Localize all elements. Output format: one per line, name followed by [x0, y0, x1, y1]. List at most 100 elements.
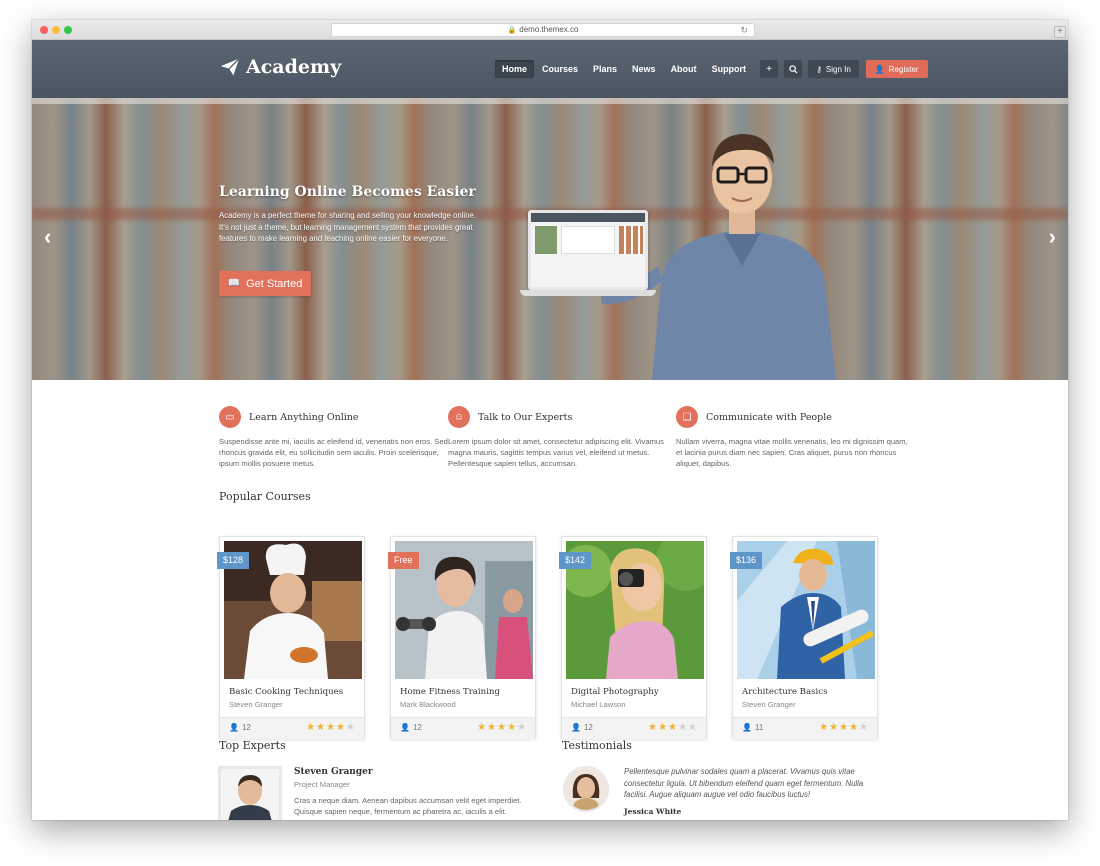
- rating-stars: ★★★★★: [819, 722, 869, 733]
- course-card[interactable]: Free Home Fitness Training Mark Blackwoo…: [388, 536, 536, 739]
- price-badge: Free: [388, 552, 419, 569]
- star-icon: ★: [517, 722, 527, 733]
- star-icon: ★: [668, 722, 679, 733]
- expert-bio: Cras a neque diam. Aenean dapibus accums…: [294, 796, 522, 816]
- paper-plane-icon: [220, 58, 240, 76]
- course-author[interactable]: Michael Lawson: [571, 700, 625, 709]
- course-card[interactable]: $136 Architecture Basics Steven Granger …: [730, 536, 878, 739]
- course-card[interactable]: $142 Digital Photography Michael Lawson …: [559, 536, 707, 739]
- sign-in-button[interactable]: ⚷ Sign In: [808, 60, 859, 78]
- feature-text: Suspendisse ante mi, iaculis ac eleifend…: [219, 437, 448, 468]
- get-started-button[interactable]: 📖 Get Started: [219, 271, 311, 296]
- plus-icon[interactable]: +: [760, 60, 779, 78]
- user-icon: 👤: [874, 64, 885, 74]
- logo-text: Academy: [246, 56, 342, 78]
- nav-support[interactable]: Support: [705, 60, 754, 78]
- course-title[interactable]: Digital Photography: [571, 687, 659, 697]
- rating-stars: ★★★★★: [477, 722, 527, 733]
- testimonial-quote: Pellentesque pulvinar sodales quam a pla…: [624, 767, 864, 799]
- price-badge: $142: [559, 552, 592, 569]
- browser-toolbar: 🔒 demo.themex.co ↻ +: [32, 20, 1068, 40]
- rating-stars: ★★★★★: [306, 722, 356, 733]
- site-header: Academy Home Courses Plans News About Su…: [32, 40, 1068, 98]
- star-icon: ★: [648, 722, 659, 733]
- lock-icon: 🔒: [507, 27, 517, 34]
- url-text: demo.themex.co: [519, 25, 579, 34]
- star-icon: ★: [819, 722, 830, 733]
- star-icon: ★: [829, 722, 840, 733]
- testimonial-author: Jessica White: [624, 807, 682, 816]
- course-author[interactable]: Steven Granger: [229, 700, 283, 709]
- feature-title: Communicate with People: [706, 412, 832, 423]
- user-icon: 👤: [742, 723, 752, 732]
- star-icon: ★: [678, 722, 689, 733]
- course-author[interactable]: Mark Blackwood: [400, 700, 456, 709]
- star-icon: ★: [658, 722, 669, 733]
- sign-in-label: Sign In: [825, 64, 851, 74]
- user-icon: 👤: [571, 723, 581, 732]
- nav-plans[interactable]: Plans: [586, 60, 624, 78]
- chevron-right-icon[interactable]: ›: [1049, 226, 1056, 248]
- star-icon: ★: [326, 722, 337, 733]
- nav-courses[interactable]: Courses: [535, 60, 585, 78]
- price-badge: $128: [217, 552, 250, 569]
- star-icon: ★: [346, 722, 356, 733]
- feature-text: Nullam viverra, magna vitae mollis venen…: [676, 437, 908, 468]
- laptop-image: [520, 210, 656, 300]
- feature-text: Lorem ipsum dolor sit amet, consectetur …: [448, 437, 664, 468]
- star-icon: ★: [316, 722, 327, 733]
- logo[interactable]: Academy: [220, 56, 341, 78]
- rating-stars: ★★★★★: [648, 722, 698, 733]
- maximize-window-icon[interactable]: [64, 26, 72, 34]
- minimize-window-icon[interactable]: [52, 26, 60, 34]
- testimonials-heading: Testimonials: [562, 739, 632, 752]
- main-nav: Home Courses Plans News About Support + …: [495, 60, 928, 78]
- feature-title: Talk to Our Experts: [478, 412, 573, 423]
- star-icon: ★: [839, 722, 850, 733]
- reload-icon[interactable]: ↻: [740, 24, 748, 36]
- popular-courses-heading: Popular Courses: [219, 490, 311, 503]
- get-started-label: Get Started: [246, 277, 303, 290]
- register-button[interactable]: 👤 Register: [865, 60, 928, 78]
- close-window-icon[interactable]: [40, 26, 48, 34]
- new-tab-icon[interactable]: +: [1054, 26, 1066, 38]
- search-icon[interactable]: [784, 60, 803, 78]
- course-title[interactable]: Architecture Basics: [742, 687, 828, 697]
- nav-home[interactable]: Home: [495, 60, 535, 78]
- hero-title: Learning Online Becomes Easier: [219, 184, 476, 200]
- star-icon: ★: [859, 722, 869, 733]
- expert-name[interactable]: Steven Granger: [294, 767, 373, 777]
- nav-news[interactable]: News: [625, 60, 663, 78]
- hero-slider: Learning Online Becomes Easier Academy i…: [32, 98, 1068, 380]
- register-label: Register: [888, 64, 919, 74]
- page: 🔒 demo.themex.co ↻ + Academy Home Courses…: [0, 0, 1100, 866]
- students-count: 👤 12: [571, 723, 593, 732]
- user-icon: 👤: [229, 723, 239, 732]
- students-count: 👤 12: [229, 723, 251, 732]
- expert-avatar[interactable]: [218, 766, 282, 820]
- hero-description: Academy is a perfect theme for sharing a…: [219, 211, 477, 243]
- course-card[interactable]: $128 Basic Cooking Techniques Steven Gra…: [217, 536, 365, 739]
- address-bar[interactable]: 🔒 demo.themex.co ↻: [331, 23, 755, 37]
- top-experts-heading: Top Experts: [219, 739, 286, 752]
- course-author[interactable]: Steven Granger: [742, 700, 796, 709]
- course-title[interactable]: Home Fitness Training: [400, 687, 500, 697]
- chat-icon: ❏: [676, 406, 698, 428]
- person-icon: ☺: [448, 406, 470, 428]
- monitor-icon: ▭: [219, 406, 241, 428]
- browser-window: 🔒 demo.themex.co ↻ + Academy Home Courses…: [32, 20, 1068, 820]
- nav-about[interactable]: About: [664, 60, 704, 78]
- star-icon: ★: [336, 722, 347, 733]
- star-icon: ★: [497, 722, 508, 733]
- star-icon: ★: [487, 722, 498, 733]
- star-icon: ★: [477, 722, 488, 733]
- book-icon: 📖: [227, 278, 241, 289]
- course-title[interactable]: Basic Cooking Techniques: [229, 687, 343, 697]
- feature-title: Learn Anything Online: [249, 412, 359, 423]
- students-count: 👤 12: [400, 723, 422, 732]
- star-icon: ★: [507, 722, 518, 733]
- chevron-left-icon[interactable]: ‹: [44, 226, 51, 248]
- price-badge: $136: [730, 552, 763, 569]
- user-icon: 👤: [400, 723, 410, 732]
- expert-role: Project Manager: [294, 780, 350, 789]
